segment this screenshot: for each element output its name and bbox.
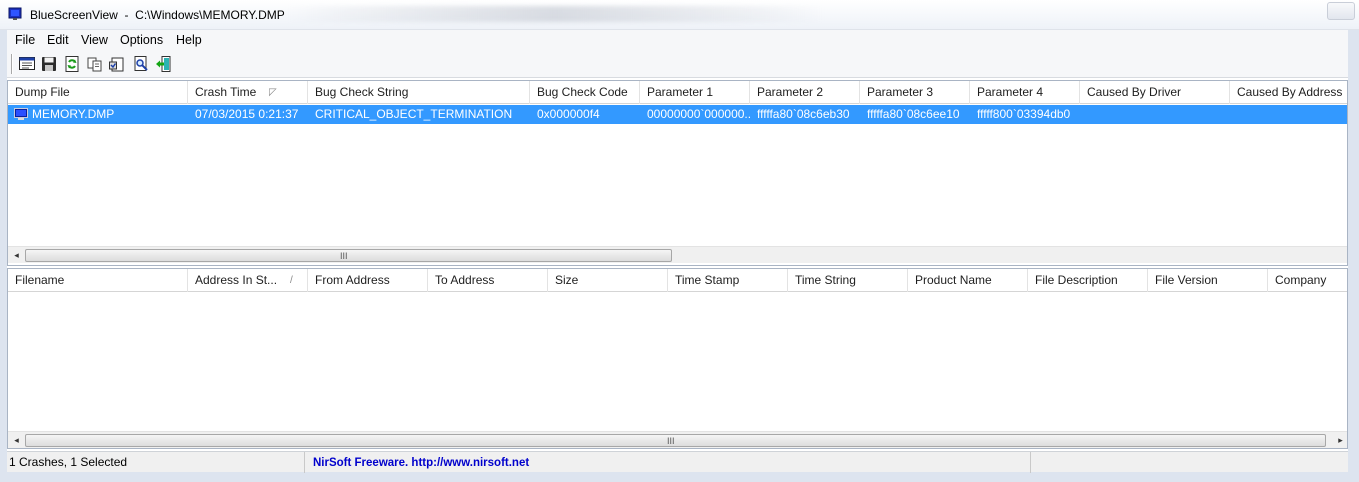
cell-bug-check-string: CRITICAL_OBJECT_TERMINATION [315,107,513,121]
scroll-left-arrow-icon[interactable]: ◂ [8,432,25,448]
column-size[interactable]: Size [548,269,668,292]
window-frame-left [0,30,7,482]
cell-bug-check-code: 0x000000f4 [537,107,600,121]
crash-list-header: Dump File Crash Time ◸ Bug Check String … [8,81,1347,104]
scroll-grip-icon: III [340,251,348,261]
window-control-button[interactable] [1327,2,1355,20]
cell-crash-time: 07/03/2015 0:21:37 [195,107,299,121]
menu-file[interactable]: File [15,33,35,47]
copy-icon[interactable] [86,55,104,73]
scroll-grip-icon: III [667,436,675,446]
blurred-title-area [285,6,825,22]
html-report-icon[interactable] [18,55,36,73]
app-icon [8,7,22,20]
scroll-right-arrow-icon[interactable]: ▸ [1332,432,1347,448]
menu-options[interactable]: Options [120,33,163,47]
column-to-address[interactable]: To Address [428,269,548,292]
driver-list[interactable]: Filename Address In St... / From Address… [7,268,1348,449]
column-time-stamp[interactable]: Time Stamp [668,269,788,292]
column-filename[interactable]: Filename [8,269,188,292]
column-bug-check-string[interactable]: Bug Check String [308,81,530,104]
driver-list-horizontal-scrollbar[interactable]: ◂ III ▸ [8,431,1347,448]
scroll-thumb[interactable]: III [25,434,1326,447]
column-file-description[interactable]: File Description [1028,269,1148,292]
save-icon[interactable] [40,55,58,73]
column-time-string[interactable]: Time String [788,269,908,292]
cell-dump-file: MEMORY.DMP [32,107,115,121]
status-empty-cell [1031,452,1348,473]
cell-parameter-2: fffffa80`08c6eb30 [757,107,850,121]
column-parameter-1[interactable]: Parameter 1 [640,81,750,104]
column-parameter-4[interactable]: Parameter 4 [970,81,1080,104]
toolbar-grip [11,54,13,74]
column-caused-by-address[interactable]: Caused By Address [1230,81,1347,104]
sort-indicator-icon: ◸ [269,87,277,98]
title-bar[interactable]: BlueScreenView - C:\Windows\MEMORY.DMP [0,0,1359,30]
cell-parameter-4: fffff800`03394db0 [977,107,1071,121]
cell-caused-by-address [1230,105,1347,124]
crash-list-horizontal-scrollbar[interactable]: ◂ III [8,246,1347,264]
column-company[interactable]: Company [1268,269,1347,292]
cell-caused-by-driver [1080,105,1230,124]
exit-icon[interactable] [155,55,173,73]
properties-icon[interactable] [108,55,126,73]
column-crash-time[interactable]: Crash Time [188,81,308,104]
menu-bar: File Edit View Options Help [0,30,1348,50]
sort-indicator-icon: / [290,275,293,286]
column-file-version[interactable]: File Version [1148,269,1268,292]
column-bug-check-code[interactable]: Bug Check Code [530,81,640,104]
driver-list-header: Filename Address In St... / From Address… [8,269,1347,292]
menu-view[interactable]: View [81,33,108,47]
scroll-thumb[interactable]: III [25,249,672,262]
menu-edit[interactable]: Edit [47,33,69,47]
column-from-address[interactable]: From Address [308,269,428,292]
toolbar [7,50,1348,78]
column-dump-file[interactable]: Dump File [8,81,188,104]
column-parameter-3[interactable]: Parameter 3 [860,81,970,104]
column-product-name[interactable]: Product Name [908,269,1028,292]
menu-help[interactable]: Help [176,33,202,47]
refresh-icon[interactable] [63,55,81,73]
cell-parameter-3: fffffa80`08c6ee10 [867,107,960,121]
find-icon[interactable] [132,55,150,73]
crash-list[interactable]: Dump File Crash Time ◸ Bug Check String … [7,80,1348,266]
crash-row-selected[interactable]: MEMORY.DMP 07/03/2015 0:21:37 CRITICAL_O… [8,105,1347,124]
window-frame-bottom [0,472,1359,482]
column-parameter-2[interactable]: Parameter 2 [750,81,860,104]
status-bar: 1 Crashes, 1 Selected NirSoft Freeware. … [7,451,1348,473]
status-count: 1 Crashes, 1 Selected [7,452,305,473]
nirsoft-link[interactable]: NirSoft Freeware. http://www.nirsoft.net [313,457,529,469]
scroll-left-arrow-icon[interactable]: ◂ [8,247,25,264]
status-link-cell: NirSoft Freeware. http://www.nirsoft.net [305,452,1031,473]
column-caused-by-driver[interactable]: Caused By Driver [1080,81,1230,104]
cell-parameter-1: 00000000`000000... [647,107,750,121]
window-title: BlueScreenView - C:\Windows\MEMORY.DMP [30,8,285,22]
window-frame-right [1348,30,1359,482]
